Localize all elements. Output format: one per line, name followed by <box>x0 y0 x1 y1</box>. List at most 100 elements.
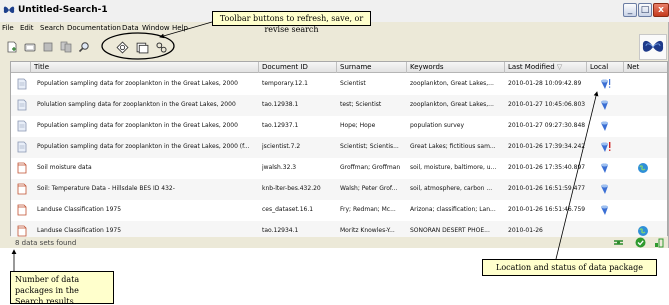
morpho-logo <box>639 34 667 60</box>
search-icon <box>78 42 89 53</box>
row-document-id: temporary.12.1 <box>262 80 308 87</box>
copy-icon <box>60 41 72 53</box>
row-surname: Scientist <box>340 80 366 87</box>
row-surname: Scientist; Scientis... <box>340 143 399 150</box>
row-keywords: SONORAN DESERT PHOE... <box>410 227 490 234</box>
local-storage-icon <box>601 100 608 110</box>
row-title: Soil: Temperature Data - Hillsdale BES I… <box>37 185 175 192</box>
row-document-id: jscientist.7.2 <box>262 143 301 150</box>
network-status-icon <box>614 240 623 245</box>
save-button[interactable] <box>40 39 56 55</box>
row-document-id: jwalsh.32.3 <box>262 164 297 171</box>
close-button[interactable]: x <box>653 3 669 17</box>
column-header-net[interactable]: Net <box>624 62 667 73</box>
minimize-icon: _ <box>627 5 633 15</box>
app-window: Untitled-Search-1 _ □ x File Edit Search… <box>0 0 669 248</box>
window-title: Untitled-Search-1 <box>18 5 108 15</box>
data-package-icon <box>17 162 27 174</box>
callout-result-count: Number of data packages in the Search re… <box>10 271 114 305</box>
row-keywords: Arizona; classification; Lan... <box>410 206 496 213</box>
revise-search-button[interactable] <box>153 39 169 55</box>
menu-help[interactable]: Help <box>172 24 188 32</box>
row-surname: test; Scientist <box>340 101 382 108</box>
refresh-icon <box>115 40 129 54</box>
search-button[interactable] <box>76 39 92 55</box>
column-header-local[interactable]: Local <box>587 62 624 73</box>
row-title: Landuse Classification 1975 <box>37 227 122 234</box>
table-header: Title Document ID Surname Keywords Last … <box>11 62 667 73</box>
row-document-id: tao.12934.1 <box>262 227 299 234</box>
local-storage-icon <box>601 163 608 173</box>
row-last-modified: 2010-01-26 16:51:59.477 <box>508 185 586 192</box>
network-globe-icon <box>638 163 648 173</box>
menu-file[interactable]: File <box>2 24 14 32</box>
local-storage-icon <box>601 205 608 215</box>
result-count: 8 data sets found <box>15 239 77 247</box>
table-row[interactable]: Soil: Temperature Data - Hillsdale BES I… <box>11 179 667 200</box>
menu-edit[interactable]: Edit <box>20 24 34 32</box>
data-package-icon <box>17 78 27 90</box>
column-header-icon[interactable] <box>11 62 31 73</box>
revise-search-icon <box>155 41 167 53</box>
row-last-modified: 2010-01-26 17:39:34.242 <box>508 143 586 150</box>
callout-toolbar: Toolbar buttons to refresh, save, or rev… <box>212 11 371 34</box>
data-package-icon <box>17 225 27 237</box>
data-package-icon <box>17 99 27 111</box>
menu-search[interactable]: Search <box>40 24 64 32</box>
row-last-modified: 2010-01-28 10:09:42.89 <box>508 80 582 87</box>
new-document-button[interactable] <box>4 39 20 55</box>
menu-documentation[interactable]: Documentation <box>67 24 121 32</box>
maximize-button[interactable]: □ <box>638 3 652 17</box>
table-row[interactable]: Population sampling data for zooplankton… <box>11 137 667 158</box>
minimize-button[interactable]: _ <box>623 3 637 17</box>
connected-check-icon <box>635 237 646 248</box>
row-last-modified: 2010-01-26 17:35:40.897 <box>508 164 586 171</box>
open-button[interactable] <box>22 39 38 55</box>
row-title: Landuse Classification 1975 <box>37 206 122 213</box>
row-title: Population sampling data for zooplankton… <box>37 122 238 129</box>
last-modified-label: Last Modified <box>508 63 555 71</box>
search-results-table: Title Document ID Surname Keywords Last … <box>10 61 668 242</box>
copy-button[interactable] <box>58 39 74 55</box>
column-header-last-modified[interactable]: Last Modified ▽ <box>505 62 587 73</box>
row-title: Soil moisture data <box>37 164 92 171</box>
table-row[interactable]: Population sampling data for zooplankton… <box>11 74 667 95</box>
morpho-logo-icon <box>3 6 15 13</box>
sort-descending-icon: ▽ <box>556 63 563 71</box>
callout-location-status: Location and status of data package <box>482 259 657 276</box>
row-keywords: population survey <box>410 122 465 129</box>
column-header-document-id[interactable]: Document ID <box>259 62 337 73</box>
save-icon <box>43 42 53 52</box>
network-globe-icon <box>638 226 648 236</box>
row-document-id: knb-lter-bes.432.20 <box>262 185 321 192</box>
column-header-title[interactable]: Title <box>31 62 259 73</box>
local-storage-icon <box>601 121 608 131</box>
local-error-icon <box>601 142 611 152</box>
local-storage-icon <box>601 184 608 194</box>
refresh-search-button[interactable] <box>114 39 130 55</box>
row-document-id: tao.12938.1 <box>262 101 299 108</box>
row-keywords: soil, moisture, baltimore, u... <box>410 164 497 171</box>
row-keywords: soil, atmosphere, carbon ... <box>410 185 493 192</box>
menu-window[interactable]: Window <box>142 24 170 32</box>
row-surname: Groffman; Groffman <box>340 164 401 171</box>
row-keywords: Great Lakes; fictitious sam... <box>410 143 496 150</box>
data-package-icon <box>17 141 27 153</box>
maximize-icon: □ <box>640 5 650 15</box>
row-surname: Fry; Redman; Mc... <box>340 206 396 213</box>
table-row[interactable]: Polulation sampling data for zooplankton… <box>11 95 667 116</box>
butterfly-icon <box>642 40 664 52</box>
row-document-id: ces_dataset.16.1 <box>262 206 314 213</box>
new-document-icon <box>7 41 17 53</box>
column-header-keywords[interactable]: Keywords <box>407 62 505 73</box>
signal-icon <box>655 238 664 248</box>
save-search-button[interactable] <box>134 39 150 55</box>
column-header-surname[interactable]: Surname <box>337 62 407 73</box>
menu-data[interactable]: Data <box>122 24 139 32</box>
table-row[interactable]: Soil moisture data jwalsh.32.3 Groffman; G… <box>11 158 667 179</box>
table-row[interactable]: Landuse Classification 1975 ces_dataset.1… <box>11 200 667 221</box>
row-keywords: zooplankton, Great Lakes,... <box>410 101 494 108</box>
row-title: Population sampling data for zooplankton… <box>37 143 250 150</box>
table-row[interactable]: Population sampling data for zooplankton… <box>11 116 667 137</box>
row-last-modified: 2010-01-26 <box>508 227 543 234</box>
